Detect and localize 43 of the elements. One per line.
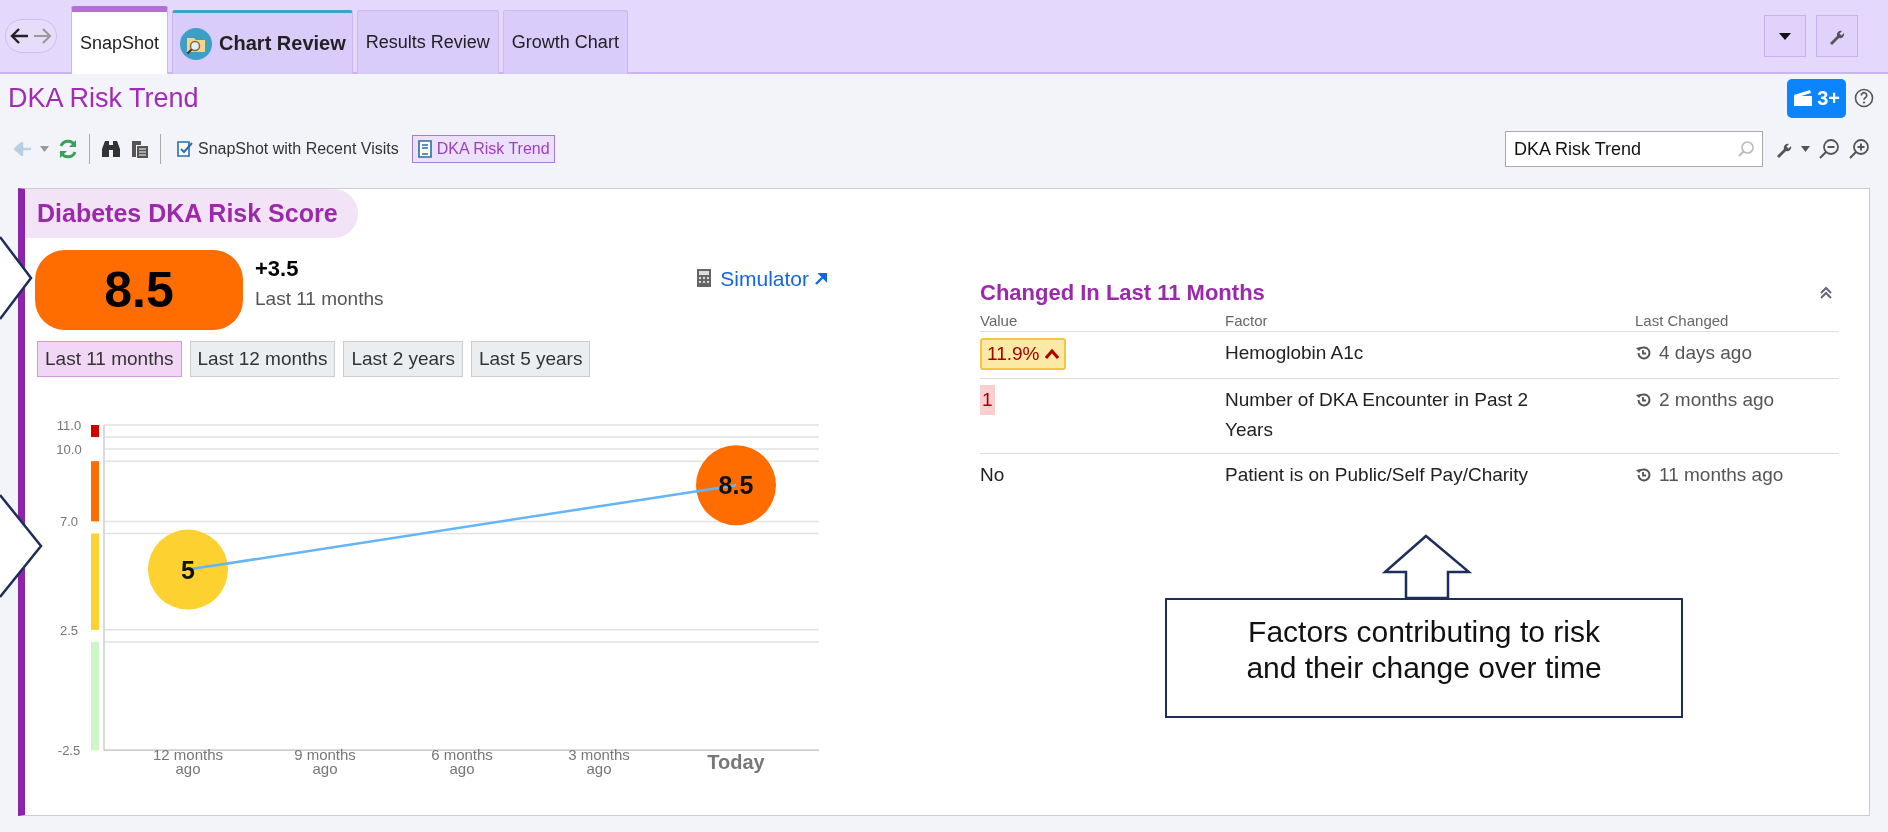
risk-score: 8.5 bbox=[35, 250, 243, 330]
last-changed-cell-text: 4 days ago bbox=[1659, 341, 1752, 365]
column-header: Factor bbox=[1225, 312, 1268, 329]
y-tick-label: -2.5 bbox=[57, 743, 81, 759]
section-title: Changed In Last 11 Months bbox=[980, 280, 1265, 306]
tab[interactable]: Results Review bbox=[356, 10, 499, 74]
column-header: Last Changed bbox=[1635, 312, 1729, 329]
tab[interactable]: Growth Chart bbox=[502, 10, 628, 74]
x-axis-label: 9 months ago bbox=[293, 748, 357, 776]
score-change: +3.5 bbox=[255, 256, 300, 282]
value-cell: 11.9% bbox=[980, 338, 1067, 370]
search-field[interactable]: DKA Risk Trend bbox=[1505, 131, 1763, 167]
range-button[interactable]: Last 5 years bbox=[470, 341, 591, 377]
x-axis-label: 6 months ago bbox=[430, 748, 494, 776]
tab[interactable]: SnapShot bbox=[71, 6, 169, 74]
y-tick-label: 2.5 bbox=[59, 622, 79, 638]
x-axis-label: 3 months ago bbox=[567, 748, 631, 776]
factor-cell: Number of DKA Encounter in Past 2 Years bbox=[1225, 389, 1529, 440]
last-changed-cell-text: 11 months ago bbox=[1659, 463, 1784, 487]
column-header: Value bbox=[980, 312, 1018, 329]
page-title: DKA Risk Trend bbox=[8, 82, 199, 114]
toolbar-button[interactable]: SnapShot with Recent Visits bbox=[171, 135, 404, 163]
toolbar-button[interactable]: DKA Risk Trend bbox=[411, 135, 555, 163]
range-button[interactable]: Last 12 months bbox=[189, 341, 336, 377]
y-tick-label: 10.0 bbox=[56, 442, 82, 458]
value-cell-text: No bbox=[980, 463, 1005, 487]
simulator-link[interactable]: Simulator bbox=[720, 267, 827, 291]
factor-cell: Hemoglobin A1c bbox=[1225, 342, 1364, 363]
notification-badge[interactable]: 3+ bbox=[1787, 78, 1846, 118]
last-changed-cell-text: 2 months ago bbox=[1659, 388, 1775, 412]
range-button[interactable]: Last 2 years bbox=[343, 341, 463, 377]
range-button[interactable]: Last 11 months bbox=[37, 341, 182, 377]
change-period: Last 11 months bbox=[255, 288, 384, 310]
y-tick-label: 11.0 bbox=[56, 418, 82, 433]
tab[interactable]: Chart Review bbox=[172, 10, 353, 74]
point-label: 8.5 bbox=[718, 471, 754, 500]
x-axis-label: 12 months ago bbox=[151, 748, 224, 776]
callout-text: Factors contributing to risk and their change over time bbox=[1165, 598, 1683, 718]
factor-cell: Patient is on Public/Self Pay/Charity bbox=[1225, 464, 1529, 485]
value-cell: 1 bbox=[980, 385, 995, 415]
card-title: Diabetes DKA Risk Score bbox=[25, 189, 358, 238]
y-tick-label: 7.0 bbox=[59, 514, 79, 530]
point-label: 5 bbox=[181, 555, 195, 584]
